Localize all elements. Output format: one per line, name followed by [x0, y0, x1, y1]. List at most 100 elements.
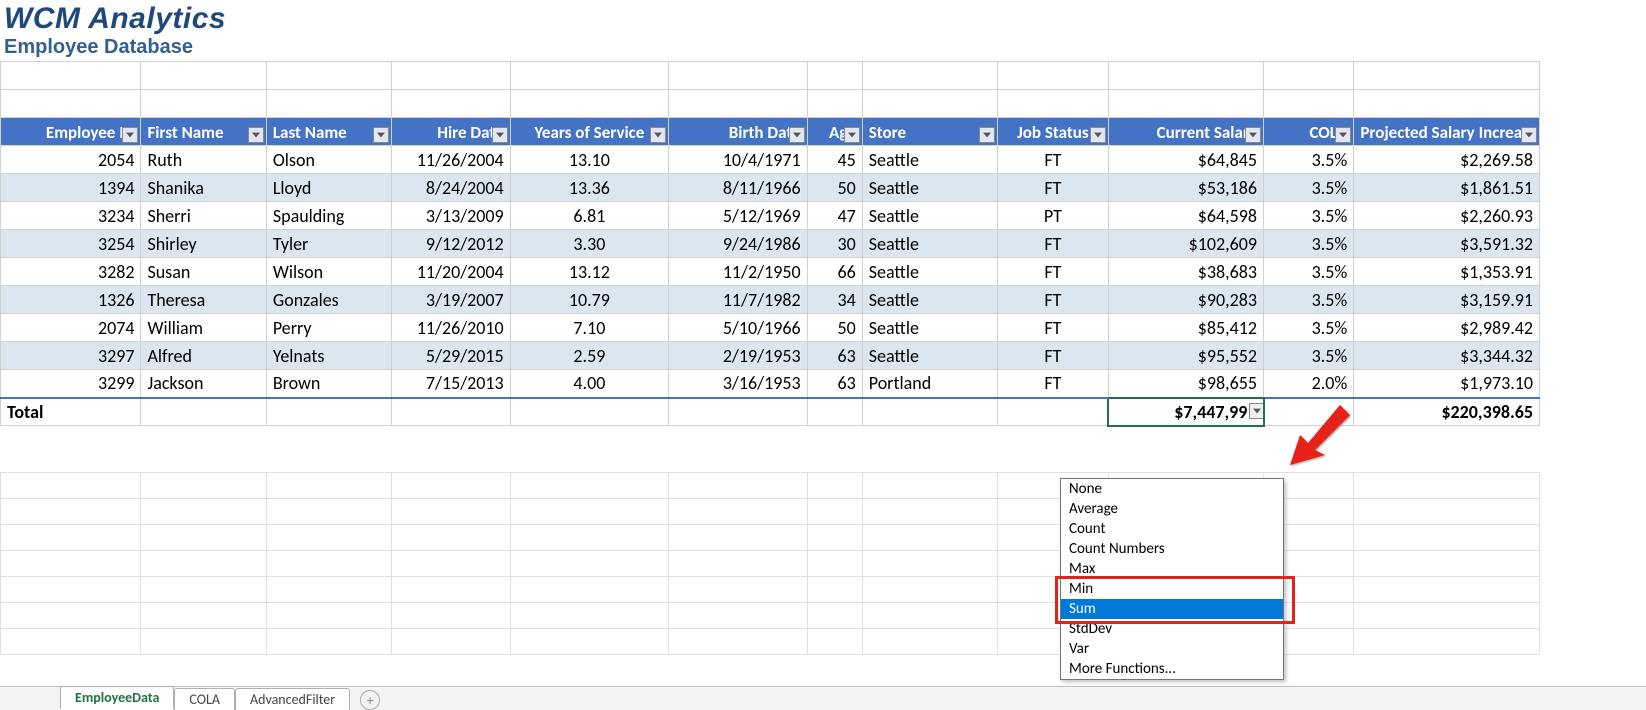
cell-store[interactable]: Seattle: [862, 174, 997, 202]
cell-hire[interactable]: 9/12/2012: [392, 230, 510, 258]
filter-dropdown-icon[interactable]: [1521, 127, 1537, 143]
cell-psi[interactable]: $1,353.91: [1354, 258, 1540, 286]
cell-emp_id[interactable]: 1326: [1, 286, 141, 314]
total-salary-cell[interactable]: $7,447,991: [1108, 398, 1264, 426]
filter-dropdown-icon[interactable]: [1245, 127, 1261, 143]
column-header-last[interactable]: Last Name: [266, 118, 391, 146]
cell-birth[interactable]: 10/4/1971: [669, 146, 807, 174]
cell-salary[interactable]: $85,412: [1108, 314, 1264, 342]
cell-emp_id[interactable]: 2074: [1, 314, 141, 342]
cell-age[interactable]: 34: [807, 286, 862, 314]
cell-jobstatus[interactable]: FT: [998, 258, 1108, 286]
dropdown-item-none[interactable]: None: [1061, 479, 1283, 499]
new-sheet-button[interactable]: +: [360, 690, 380, 710]
cell-salary[interactable]: $64,845: [1108, 146, 1264, 174]
cell-yos[interactable]: 7.10: [510, 314, 669, 342]
cell-cola[interactable]: 3.5%: [1264, 230, 1354, 258]
cell-yos[interactable]: 13.36: [510, 174, 669, 202]
column-header-age[interactable]: Age: [807, 118, 862, 146]
cell-psi[interactable]: $3,344.32: [1354, 342, 1540, 370]
cell-age[interactable]: 47: [807, 202, 862, 230]
sheet-tab-cola[interactable]: COLA: [174, 688, 235, 710]
cell-age[interactable]: 66: [807, 258, 862, 286]
column-header-psi[interactable]: Projected Salary Increase: [1354, 118, 1540, 146]
cell-store[interactable]: Seattle: [862, 314, 997, 342]
dropdown-item-count[interactable]: Count: [1061, 519, 1283, 539]
cell-jobstatus[interactable]: FT: [998, 342, 1108, 370]
cell-first[interactable]: Sherri: [141, 202, 266, 230]
cell-birth[interactable]: 5/12/1969: [669, 202, 807, 230]
cell-cola[interactable]: 3.5%: [1264, 174, 1354, 202]
filter-dropdown-icon[interactable]: [122, 127, 138, 143]
cell-jobstatus[interactable]: FT: [998, 286, 1108, 314]
cell-first[interactable]: Jackson: [141, 370, 266, 398]
cell-first[interactable]: Theresa: [141, 286, 266, 314]
filter-dropdown-icon[interactable]: [373, 127, 389, 143]
cell-jobstatus[interactable]: PT: [998, 202, 1108, 230]
cell-birth[interactable]: 9/24/1986: [669, 230, 807, 258]
cell-first[interactable]: Alfred: [141, 342, 266, 370]
cell-jobstatus[interactable]: FT: [998, 314, 1108, 342]
aggregate-dropdown-button[interactable]: [1249, 403, 1264, 419]
cell-last[interactable]: Spaulding: [266, 202, 391, 230]
cell-salary[interactable]: $90,283: [1108, 286, 1264, 314]
cell-hire[interactable]: 11/26/2004: [392, 146, 510, 174]
cell-store[interactable]: Seattle: [862, 286, 997, 314]
cell-jobstatus[interactable]: FT: [998, 146, 1108, 174]
cell-age[interactable]: 30: [807, 230, 862, 258]
cell-emp_id[interactable]: 3297: [1, 342, 141, 370]
column-header-first[interactable]: First Name: [141, 118, 266, 146]
cell-hire[interactable]: 3/13/2009: [392, 202, 510, 230]
cell-birth[interactable]: 8/11/1966: [669, 174, 807, 202]
cell-last[interactable]: Gonzales: [266, 286, 391, 314]
table-row[interactable]: 3299JacksonBrown7/15/20134.003/16/195363…: [1, 370, 1540, 398]
cell-first[interactable]: Ruth: [141, 146, 266, 174]
cell-first[interactable]: William: [141, 314, 266, 342]
cell-last[interactable]: Perry: [266, 314, 391, 342]
cell-store[interactable]: Seattle: [862, 342, 997, 370]
table-row[interactable]: 1394ShanikaLloyd8/24/200413.368/11/19665…: [1, 174, 1540, 202]
table-row[interactable]: 3282SusanWilson11/20/200413.1211/2/19506…: [1, 258, 1540, 286]
cell-psi[interactable]: $1,861.51: [1354, 174, 1540, 202]
cell-age[interactable]: 50: [807, 314, 862, 342]
cell-last[interactable]: Yelnats: [266, 342, 391, 370]
filter-dropdown-icon[interactable]: [1335, 127, 1351, 143]
table-row[interactable]: 3234SherriSpaulding3/13/20096.815/12/196…: [1, 202, 1540, 230]
column-header-yos[interactable]: Years of Service: [510, 118, 669, 146]
cell-cola[interactable]: 3.5%: [1264, 202, 1354, 230]
cell-cola[interactable]: 3.5%: [1264, 258, 1354, 286]
filter-dropdown-icon[interactable]: [789, 127, 805, 143]
dropdown-item-sum[interactable]: Sum: [1061, 599, 1283, 619]
cell-psi[interactable]: $3,591.32: [1354, 230, 1540, 258]
column-header-birth[interactable]: Birth Date: [669, 118, 807, 146]
cell-yos[interactable]: 6.81: [510, 202, 669, 230]
cell-hire[interactable]: 11/26/2010: [392, 314, 510, 342]
cell-hire[interactable]: 8/24/2004: [392, 174, 510, 202]
cell-cola[interactable]: 3.5%: [1264, 342, 1354, 370]
cell-cola[interactable]: 3.5%: [1264, 286, 1354, 314]
filter-dropdown-icon[interactable]: [979, 127, 995, 143]
table-row[interactable]: 2054RuthOlson11/26/200413.1010/4/197145S…: [1, 146, 1540, 174]
cell-hire[interactable]: 3/19/2007: [392, 286, 510, 314]
dropdown-item-max[interactable]: Max: [1061, 559, 1283, 579]
cell-salary[interactable]: $95,552: [1108, 342, 1264, 370]
cell-birth[interactable]: 5/10/1966: [669, 314, 807, 342]
sheet-tab-employeedata[interactable]: EmployeeData: [60, 686, 174, 710]
cell-first[interactable]: Susan: [141, 258, 266, 286]
cell-age[interactable]: 63: [807, 370, 862, 398]
cell-jobstatus[interactable]: FT: [998, 370, 1108, 398]
cell-hire[interactable]: 5/29/2015: [392, 342, 510, 370]
dropdown-item-min[interactable]: Min: [1061, 579, 1283, 599]
cell-psi[interactable]: $3,159.91: [1354, 286, 1540, 314]
filter-dropdown-icon[interactable]: [1090, 127, 1106, 143]
cell-last[interactable]: Wilson: [266, 258, 391, 286]
column-header-hire[interactable]: Hire Date: [392, 118, 510, 146]
cell-last[interactable]: Lloyd: [266, 174, 391, 202]
aggregate-function-dropdown[interactable]: NoneAverageCountCount NumbersMaxMinSumSt…: [1060, 478, 1284, 680]
table-row[interactable]: 2074WilliamPerry11/26/20107.105/10/19665…: [1, 314, 1540, 342]
column-header-store[interactable]: Store: [862, 118, 997, 146]
cell-age[interactable]: 63: [807, 342, 862, 370]
dropdown-item-average[interactable]: Average: [1061, 499, 1283, 519]
cell-emp_id[interactable]: 3234: [1, 202, 141, 230]
filter-dropdown-icon[interactable]: [650, 127, 666, 143]
